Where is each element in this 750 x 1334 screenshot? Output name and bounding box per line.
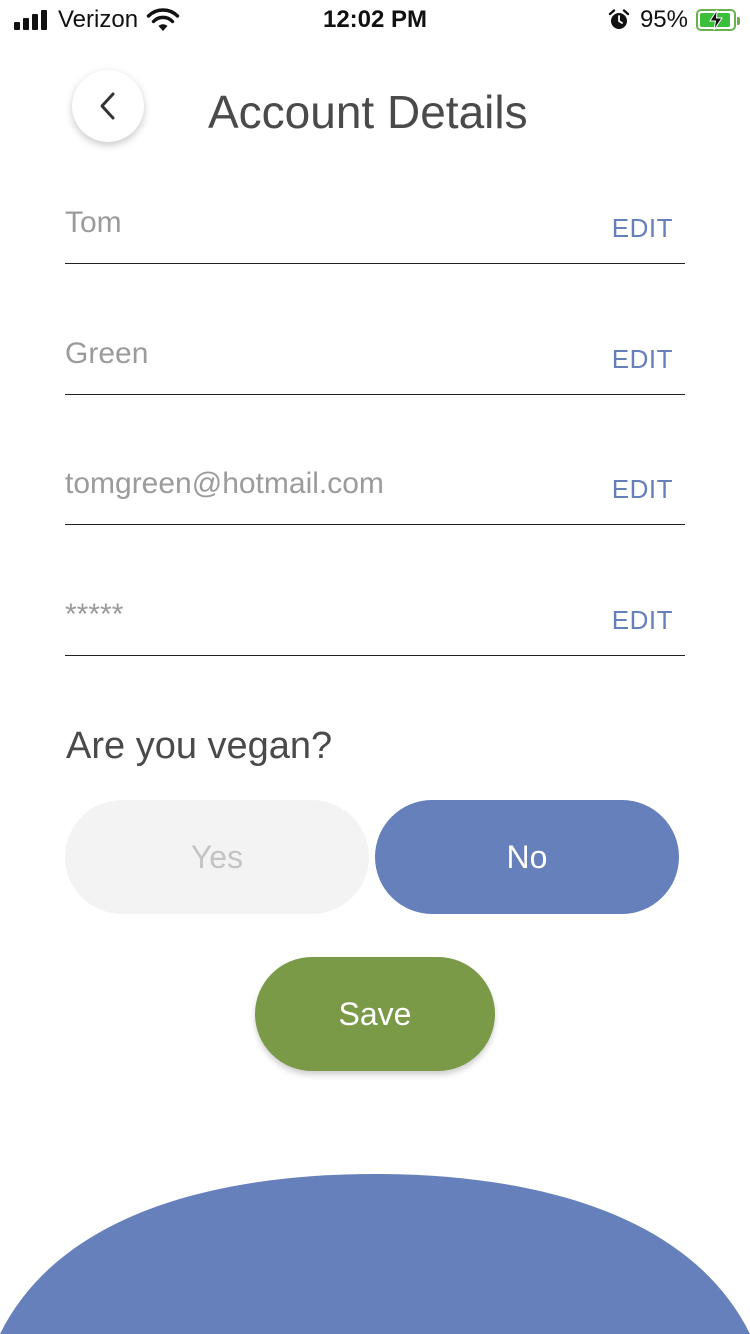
edit-first-name-button[interactable]: EDIT	[612, 211, 673, 245]
account-details-screen: Verizon 12:02 PM 95% Account Details Tom…	[0, 0, 750, 1334]
first-name-value: Tom	[65, 206, 122, 239]
email-field[interactable]: tomgreen@hotmail.com EDIT	[65, 464, 685, 525]
edit-password-button[interactable]: EDIT	[612, 603, 673, 637]
edit-last-name-button[interactable]: EDIT	[612, 342, 673, 376]
battery-charging-icon	[696, 9, 740, 31]
password-field[interactable]: ***** EDIT	[65, 595, 685, 656]
page-title: Account Details	[208, 86, 528, 138]
save-button[interactable]: Save	[255, 957, 495, 1071]
alarm-icon	[608, 9, 630, 29]
vegan-yes-button[interactable]: Yes	[65, 800, 369, 914]
last-name-field[interactable]: Green EDIT	[65, 334, 685, 395]
bottom-decorative-shape	[0, 1174, 750, 1334]
status-bar: Verizon 12:02 PM 95%	[0, 0, 750, 40]
status-right: 95%	[608, 6, 740, 34]
edit-email-button[interactable]: EDIT	[612, 472, 673, 506]
email-value: tomgreen@hotmail.com	[65, 467, 384, 500]
first-name-field[interactable]: Tom EDIT	[65, 203, 685, 264]
vegan-question: Are you vegan?	[66, 725, 333, 767]
vegan-no-button[interactable]: No	[375, 800, 679, 914]
battery-percent: 95%	[639, 6, 688, 33]
last-name-value: Green	[65, 337, 149, 370]
password-value: *****	[65, 598, 124, 631]
chevron-left-icon	[100, 92, 115, 120]
back-button[interactable]	[72, 70, 144, 142]
